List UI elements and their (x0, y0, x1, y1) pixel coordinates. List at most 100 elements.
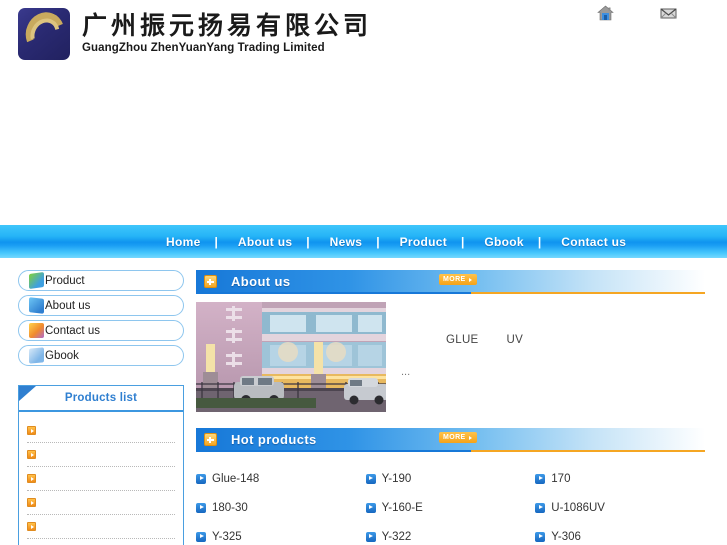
product-label: U-1086UV (551, 501, 605, 514)
book-icon (29, 297, 44, 314)
plus-box-icon (204, 274, 217, 288)
products-list-panel: Products list (18, 385, 184, 545)
arrow-bullet-icon (365, 502, 376, 513)
site-logo[interactable]: 广州振元扬易有限公司 GuangZhou ZhenYuanYang Tradin… (18, 8, 372, 60)
product-item-y-306[interactable]: Y-306 (535, 522, 705, 545)
sidebar-item-label: Gbook (45, 349, 79, 362)
product-item-170[interactable]: 170 (535, 464, 705, 493)
nav-item-product[interactable]: Product (394, 235, 453, 249)
list-item[interactable] (27, 443, 175, 467)
sidebar-item-contact-us[interactable]: Contact us (18, 320, 184, 341)
site-header: 广州振元扬易有限公司 GuangZhou ZhenYuanYang Tradin… (0, 0, 727, 225)
list-item[interactable] (27, 467, 175, 491)
books-icon (29, 271, 44, 290)
list-item[interactable] (27, 491, 175, 515)
nav-separator: | (376, 234, 380, 249)
arrow-bullet-icon (196, 531, 206, 542)
page-body: Product About us Contact us Gbook Produc… (0, 258, 727, 545)
about-us-section: About us MORE GLUE UV ... (196, 270, 705, 412)
list-item[interactable] (27, 419, 175, 443)
nav-item-list: Home | About us | News | Product | Gbook… (160, 235, 632, 249)
list-item[interactable] (27, 539, 175, 545)
products-list-title: Products list (64, 392, 138, 404)
products-list-header: Products list (19, 386, 183, 412)
more-label: MORE (443, 276, 466, 283)
product-label: Glue-148 (212, 472, 260, 485)
arrow-bullet-icon (365, 531, 376, 542)
about-us-title: About us (231, 273, 291, 289)
about-us-text: GLUE UV ... (386, 302, 705, 412)
corner-triangle-icon (19, 386, 36, 401)
arrow-bullet-icon (27, 522, 36, 531)
company-building-photo (196, 302, 386, 412)
hot-products-grid: Glue-148 Y-190 170 180-30 Y-160-E U-1086… (196, 452, 705, 545)
about-us-summary: GLUE UV (446, 334, 524, 346)
main-content: About us MORE GLUE UV ... Hot products M… (196, 270, 727, 545)
product-label: Y-160-E (381, 501, 423, 514)
hot-products-title: Hot products (231, 431, 317, 447)
nav-separator: | (461, 234, 465, 249)
product-label: Y-306 (551, 530, 581, 543)
sidebar-item-product[interactable]: Product (18, 270, 184, 291)
product-item-180-30[interactable]: 180-30 (196, 493, 366, 522)
main-navigation: Home | About us | News | Product | Gbook… (0, 225, 727, 258)
arrow-bullet-icon (196, 502, 206, 513)
sidebar: Product About us Contact us Gbook Produc… (0, 270, 196, 545)
hot-products-section: Hot products MORE Glue-148 Y-190 170 180… (196, 428, 705, 545)
nav-item-contact-us[interactable]: Contact us (555, 235, 632, 249)
header-icon-bar (567, 2, 727, 24)
product-label: 180-30 (212, 501, 248, 514)
nav-item-home[interactable]: Home (160, 235, 207, 249)
arrow-bullet-icon (27, 498, 36, 507)
product-label: Y-190 (381, 472, 412, 485)
sidebar-item-about-us[interactable]: About us (18, 295, 184, 316)
sidebar-item-gbook[interactable]: Gbook (18, 345, 184, 366)
product-label: Y-322 (381, 530, 412, 543)
product-item-y-160-e[interactable]: Y-160-E (365, 493, 536, 522)
contact-icon (29, 323, 44, 338)
arrow-bullet-icon (27, 450, 36, 459)
arrow-bullet-icon (365, 473, 376, 484)
nav-item-gbook[interactable]: Gbook (478, 235, 530, 249)
chevron-right-icon (468, 277, 472, 282)
about-us-more-button[interactable]: MORE (439, 274, 477, 285)
product-item-glue-148[interactable]: Glue-148 (196, 464, 366, 493)
product-item-y-322[interactable]: Y-322 (365, 522, 536, 545)
sidebar-item-label: Product (45, 274, 85, 287)
plus-box-icon (204, 432, 217, 446)
product-item-u-1086uv[interactable]: U-1086UV (535, 493, 705, 522)
arrow-bullet-icon (535, 531, 546, 542)
sidebar-item-label: About us (45, 299, 91, 312)
sidebar-item-label: Contact us (45, 324, 100, 337)
hot-products-more-button[interactable]: MORE (439, 432, 477, 443)
product-label: 170 (551, 472, 571, 485)
about-us-body: GLUE UV ... (196, 294, 705, 412)
arrow-bullet-icon (196, 473, 206, 484)
hot-products-header: Hot products MORE (196, 428, 705, 450)
nav-item-news[interactable]: News (324, 235, 369, 249)
list-item[interactable] (27, 515, 175, 539)
logo-text-block: 广州振元扬易有限公司 GuangZhou ZhenYuanYang Tradin… (82, 8, 372, 56)
arrow-bullet-icon (27, 474, 36, 483)
product-item-y-325[interactable]: Y-325 (196, 522, 366, 545)
product-label: Y-325 (212, 530, 242, 543)
product-item-y-190[interactable]: Y-190 (365, 464, 536, 493)
nav-separator: | (306, 234, 310, 249)
nav-separator: | (214, 234, 218, 249)
logo-chinese-name: 广州振元扬易有限公司 (82, 11, 373, 40)
home-icon[interactable] (597, 5, 614, 21)
about-us-header: About us MORE (196, 270, 705, 292)
products-list-body (19, 412, 183, 545)
chevron-right-icon (468, 435, 472, 440)
logo-english-name: GuangZhou ZhenYuanYang Trading Limited (82, 42, 325, 54)
arrow-bullet-icon (535, 473, 546, 484)
about-us-ellipsis: ... (401, 366, 411, 378)
arrow-bullet-icon (27, 426, 36, 435)
more-label: MORE (443, 434, 466, 441)
arrow-bullet-icon (535, 502, 546, 513)
nav-item-about-us[interactable]: About us (232, 235, 298, 249)
mail-icon[interactable] (660, 5, 677, 21)
nav-separator: | (537, 234, 542, 249)
crescent-logo-icon (18, 8, 70, 60)
guestbook-icon (29, 347, 44, 364)
